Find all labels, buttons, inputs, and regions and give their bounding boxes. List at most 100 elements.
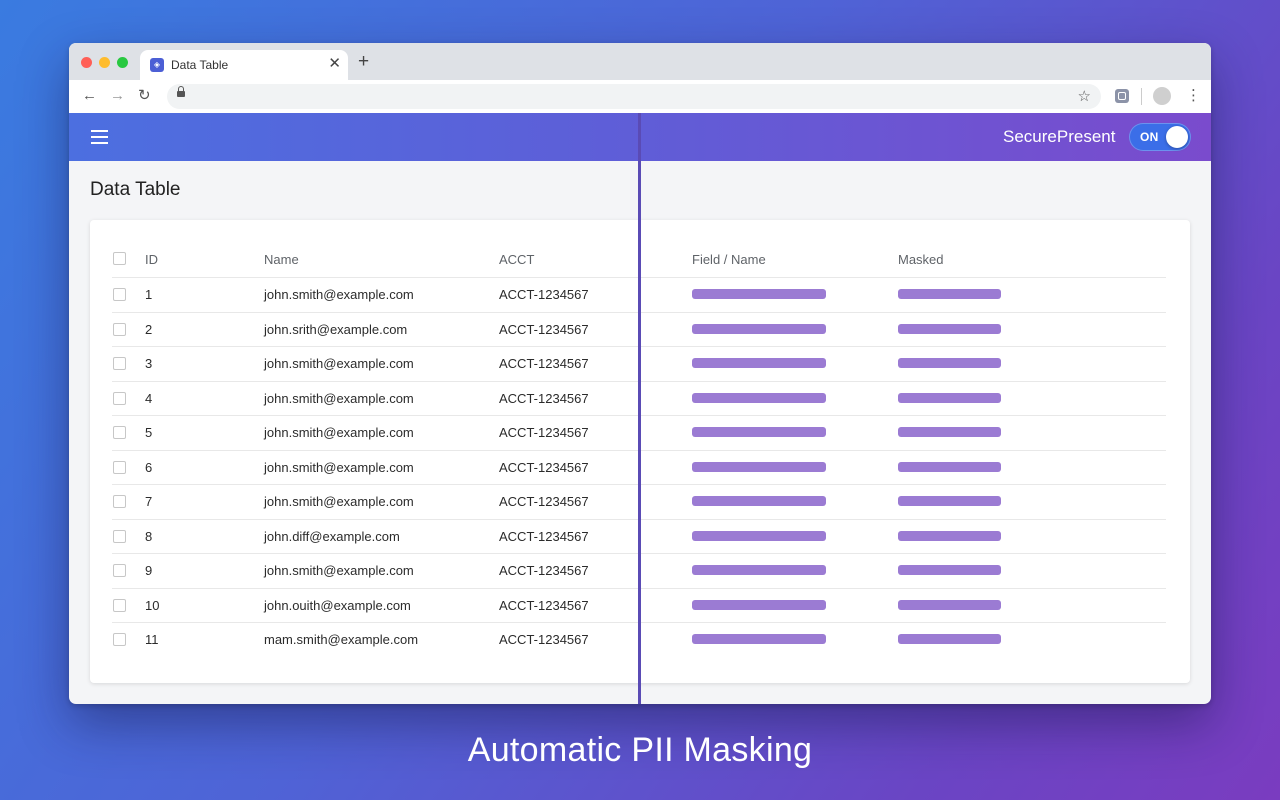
masked-value-bar	[898, 461, 1001, 472]
masked-field-bar	[692, 289, 826, 299]
new-tab-button[interactable]: +	[358, 52, 369, 72]
lock-icon	[177, 86, 185, 97]
masked-value-bar	[898, 427, 1001, 437]
cell-name: john.smith@example.com	[264, 356, 414, 371]
cell-name: john.smith@example.com	[264, 563, 414, 578]
row-checkbox[interactable]	[113, 495, 126, 508]
masked-field-bar	[692, 599, 826, 610]
toggle-label: ON	[1140, 130, 1159, 144]
url-input[interactable]: ☆	[167, 84, 1101, 109]
cell-id: 5	[145, 425, 153, 440]
cell-acct: ACCT-1234567	[499, 459, 589, 475]
cell-id: 4	[145, 390, 153, 406]
row-checkbox[interactable]	[113, 391, 126, 405]
masked-value-bar	[898, 634, 1001, 644]
bookmark-star-icon[interactable]: ☆	[1078, 87, 1091, 105]
cell-id: 3	[145, 356, 153, 371]
masked-value-bar	[898, 599, 1001, 610]
masked-value-bar	[898, 565, 1001, 575]
cell-acct: ACCT-1234567	[499, 321, 589, 337]
column-header-id[interactable]: ID	[145, 252, 158, 267]
shield-icon: ◈	[150, 58, 164, 72]
masked-value-bar	[898, 530, 1001, 541]
forward-arrow-icon[interactable]: →	[110, 87, 125, 105]
row-checkbox[interactable]	[113, 529, 126, 543]
zoom-window-button[interactable]	[117, 57, 128, 68]
cell-name: john.ouith@example.com	[264, 597, 411, 613]
cell-name: john.smith@example.com	[264, 494, 414, 509]
masked-field-bar	[692, 427, 826, 437]
browser-window: ◈ Data Table ✕ + ← → ↻ ☆ ⋮ SecurePresent…	[69, 43, 1211, 704]
cell-id: 6	[145, 459, 153, 475]
masked-field-bar	[692, 392, 826, 403]
cell-acct: ACCT-1234567	[499, 563, 589, 578]
toolbar-separator	[1141, 88, 1142, 105]
row-checkbox[interactable]	[113, 633, 126, 646]
column-header-field-name[interactable]: Field / Name	[692, 252, 766, 267]
row-checkbox[interactable]	[113, 460, 126, 474]
tab-title: Data Table	[171, 58, 229, 72]
masked-field-bar	[692, 461, 826, 472]
tab-data-table[interactable]: ◈ Data Table ✕	[140, 50, 348, 80]
browser-menu-icon[interactable]: ⋮	[1186, 87, 1201, 105]
cell-name: john.smith@example.com	[264, 425, 414, 440]
brand-name: SecurePresent	[1003, 127, 1116, 146]
hamburger-menu-icon[interactable]	[91, 130, 108, 144]
address-toolbar: ← → ↻ ☆ ⋮	[69, 80, 1211, 114]
split-divider[interactable]	[638, 113, 641, 704]
masked-value-bar	[898, 323, 1001, 334]
tab-strip: ◈ Data Table ✕ +	[69, 43, 1211, 80]
cell-id: 8	[145, 528, 153, 544]
cell-name: john.smith@example.com	[264, 390, 414, 406]
masked-field-bar	[692, 358, 826, 368]
masked-field-bar	[692, 530, 826, 541]
cell-id: 7	[145, 494, 153, 509]
toggle-knob	[1166, 126, 1188, 148]
minimize-window-button[interactable]	[99, 57, 110, 68]
extension-icon[interactable]	[1115, 89, 1129, 103]
page-title: Data Table	[90, 179, 181, 200]
cell-acct: ACCT-1234567	[499, 494, 589, 509]
cell-acct: ACCT-1234567	[499, 287, 589, 302]
column-header-masked[interactable]: Masked	[898, 252, 944, 267]
close-window-button[interactable]	[81, 57, 92, 68]
close-icon[interactable]: ✕	[328, 56, 341, 72]
cell-id: 10	[145, 597, 160, 613]
cell-acct: ACCT-1234567	[499, 425, 589, 440]
cell-id: 11	[145, 632, 159, 647]
cell-id: 2	[145, 321, 153, 337]
masked-value-bar	[898, 289, 1001, 299]
cell-acct: ACCT-1234567	[499, 632, 589, 647]
row-checkbox[interactable]	[113, 598, 126, 612]
row-checkbox[interactable]	[113, 322, 126, 336]
cell-name: john.srith@example.com	[264, 321, 408, 337]
cell-name: john.smith@example.com	[264, 287, 414, 302]
masked-field-bar	[692, 634, 826, 644]
column-header-name[interactable]: Name	[264, 252, 299, 267]
caption: Automatic PII Masking	[467, 731, 813, 769]
cell-acct: ACCT-1234567	[499, 597, 589, 613]
back-arrow-icon[interactable]: ←	[82, 87, 97, 105]
masked-value-bar	[898, 392, 1001, 403]
row-checkbox[interactable]	[113, 564, 126, 577]
column-header-acct[interactable]: ACCT	[499, 252, 534, 267]
masked-value-bar	[898, 358, 1001, 368]
masked-field-bar	[692, 565, 826, 575]
row-checkbox[interactable]	[113, 426, 126, 439]
select-all-checkbox[interactable]	[113, 252, 126, 265]
masked-field-bar	[692, 496, 826, 506]
cell-name: john.diff@example.com	[264, 528, 400, 544]
cell-acct: ACCT-1234567	[499, 528, 589, 544]
cell-id: 1	[145, 287, 153, 302]
row-checkbox[interactable]	[113, 357, 126, 370]
cell-acct: ACCT-1234567	[499, 390, 589, 406]
row-checkbox[interactable]	[113, 288, 126, 301]
cell-name: john.smith@example.com	[264, 459, 414, 475]
cell-acct: ACCT-1234567	[499, 356, 589, 371]
cell-id: 9	[145, 563, 153, 578]
profile-avatar[interactable]	[1153, 87, 1171, 105]
masked-value-bar	[898, 496, 1001, 506]
reload-icon[interactable]: ↻	[138, 87, 151, 105]
masking-toggle[interactable]: ON	[1129, 123, 1191, 151]
cell-name: mam.smith@example.com	[264, 632, 419, 647]
